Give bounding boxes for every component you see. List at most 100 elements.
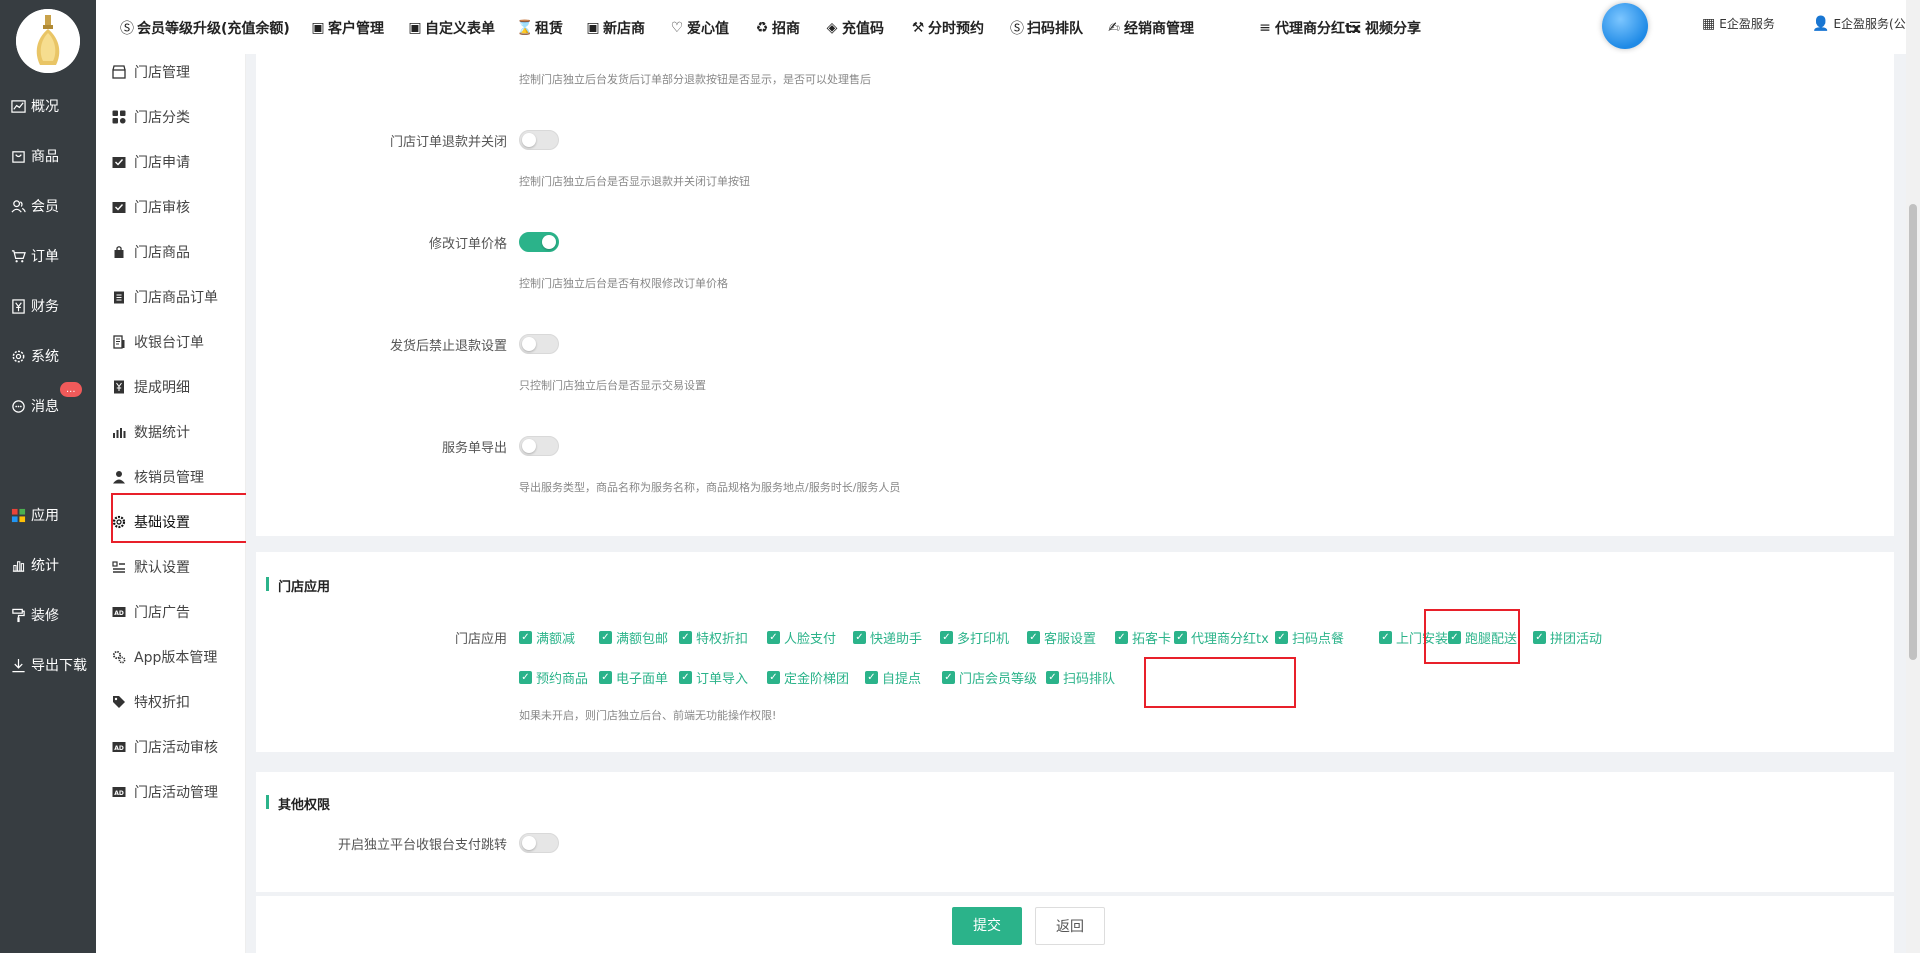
page-scrollbar[interactable] bbox=[1906, 0, 1920, 953]
skype-icon: Ⓢ bbox=[1010, 21, 1024, 37]
sub-item-app-version[interactable]: App版本管理 bbox=[112, 646, 217, 668]
app-checkbox-label: 人脸支付 bbox=[784, 632, 837, 647]
scrollbar-thumb[interactable] bbox=[1909, 204, 1917, 660]
top-item-agent-dividend[interactable]: ≡ 代理商分红tx bbox=[1258, 18, 1361, 38]
yen-note-icon bbox=[112, 380, 126, 394]
sub-item-store-goods[interactable]: 门店商品 bbox=[112, 241, 190, 263]
nav-item-overview[interactable]: 概况 bbox=[10, 95, 59, 117]
highlight-scan-order bbox=[1424, 609, 1520, 664]
sub-item-store-review[interactable]: 门店审核 bbox=[112, 196, 190, 218]
top-item-investment[interactable]: ♻ 招商 bbox=[755, 18, 800, 38]
nav-item-decoration[interactable]: 装修 bbox=[10, 604, 59, 626]
sub-item-store-goods-orders[interactable]: 门店商品订单 bbox=[112, 286, 218, 308]
top-item-customer-management[interactable]: ▣ 客户管理 bbox=[311, 18, 384, 38]
nav-item-apps[interactable]: 应用 bbox=[10, 504, 59, 526]
app-checkbox-label: 满额减 bbox=[536, 632, 576, 647]
apps-grid-icon bbox=[10, 507, 26, 523]
service-order-export-switch[interactable] bbox=[519, 436, 559, 456]
sub-item-data-statistics[interactable]: 数据统计 bbox=[112, 421, 190, 443]
nav-item-finance[interactable]: 财务 bbox=[10, 295, 59, 317]
no-refund-after-shipping-switch[interactable] bbox=[519, 334, 559, 354]
app-checkbox[interactable]: ✓ 预约商品 bbox=[519, 668, 588, 687]
nav-item-goods[interactable]: 商品 bbox=[10, 145, 59, 167]
chart-line-icon bbox=[10, 98, 26, 114]
app-checkbox[interactable]: ✓ 人脸支付 bbox=[767, 628, 836, 647]
back-button[interactable]: 返回 bbox=[1035, 907, 1105, 945]
app-checkbox[interactable]: ✓ 门店会员等级 bbox=[942, 668, 1037, 687]
app-checkbox-label: 电子面单 bbox=[616, 672, 669, 687]
app-checkbox[interactable]: ✓ 自提点 bbox=[865, 668, 921, 687]
nav-item-messages[interactable]: 消息 bbox=[10, 395, 59, 417]
svg-text:AD: AD bbox=[114, 790, 124, 797]
cashier-redirect-switch[interactable] bbox=[519, 833, 559, 853]
nav-item-statistics[interactable]: 统计 bbox=[10, 554, 59, 576]
app-checkbox-label: 扫码点餐 bbox=[1292, 632, 1345, 647]
inbox-check-icon bbox=[112, 200, 126, 214]
top-item-scan-queue[interactable]: Ⓢ 扫码排队 bbox=[1010, 18, 1083, 38]
sub-item-store-category[interactable]: 门店分类 bbox=[112, 106, 190, 128]
sub-item-store-apply[interactable]: 门店申请 bbox=[112, 151, 190, 173]
app-checkbox[interactable]: ✓ 扫码排队 bbox=[1046, 668, 1115, 687]
check-icon: ✓ bbox=[519, 671, 532, 684]
user-icon: 👤 bbox=[1812, 15, 1830, 32]
refund-close-switch[interactable] bbox=[519, 130, 559, 150]
app-checkbox[interactable]: ✓ 多打印机 bbox=[940, 628, 1009, 647]
modify-price-switch[interactable] bbox=[519, 232, 559, 252]
check-icon: ✓ bbox=[940, 631, 953, 644]
check-icon: ✓ bbox=[1046, 671, 1059, 684]
top-item-love-value[interactable]: ♡ 爱心值 bbox=[670, 18, 729, 38]
app-checkbox[interactable]: ✓ 订单导入 bbox=[679, 668, 748, 687]
top-item-user-account[interactable]: 👤E企盈服务(公众号管理员) bbox=[1812, 15, 1920, 32]
app-checkbox[interactable]: ✓ 满额减 bbox=[519, 628, 575, 647]
app-checkbox[interactable]: ✓ 满额包邮 bbox=[599, 628, 668, 647]
sub-item-verifier-management[interactable]: 核销员管理 bbox=[112, 466, 204, 488]
list-settings-icon bbox=[112, 560, 126, 574]
sub-item-activity-management[interactable]: AD 门店活动管理 bbox=[112, 781, 218, 803]
check-icon: ✓ bbox=[1275, 631, 1288, 644]
top-item-member-upgrade[interactable]: Ⓢ 会员等级升级(充值余额) bbox=[120, 18, 290, 38]
sub-item-default-settings[interactable]: 默认设置 bbox=[112, 556, 190, 578]
app-checkbox[interactable]: ✓ 拼团活动 bbox=[1533, 628, 1602, 647]
app-checkbox-label: 门店会员等级 bbox=[959, 672, 1038, 687]
window-icon: ▣ bbox=[586, 20, 600, 36]
logo[interactable] bbox=[16, 9, 80, 73]
app-checkbox[interactable]: ✓ 快递助手 bbox=[853, 628, 922, 647]
app-checkbox[interactable]: ✓ 代理商分红tx bbox=[1174, 628, 1269, 647]
nav-item-orders[interactable]: 订单 bbox=[10, 245, 59, 267]
nav-item-export[interactable]: 导出下载 bbox=[10, 654, 87, 676]
nav-item-system[interactable]: 系统 bbox=[10, 345, 59, 367]
ad-icon: AD bbox=[112, 605, 126, 619]
clipboard-icon bbox=[112, 290, 126, 304]
footer-actions: 提交 返回 bbox=[256, 896, 1894, 953]
top-item-recharge-code[interactable]: ◈ 充值码 bbox=[825, 18, 884, 38]
top-item-custom-form[interactable]: ▣ 自定义表单 bbox=[408, 18, 495, 38]
download-icon bbox=[10, 657, 26, 673]
top-item-video-share[interactable]: ☰ 视频分享 bbox=[1348, 18, 1421, 38]
app-checkbox[interactable]: ✓ 拓客卡 bbox=[1115, 628, 1171, 647]
app-checkbox[interactable]: ✓ 扫码点餐 bbox=[1275, 628, 1344, 647]
sub-item-store-management[interactable]: 门店管理 bbox=[112, 61, 190, 83]
sub-item-activity-review[interactable]: AD 门店活动审核 bbox=[112, 736, 218, 758]
avatar[interactable] bbox=[1602, 3, 1648, 49]
window-icon: ▣ bbox=[311, 20, 325, 36]
top-item-leasing[interactable]: ⌛ 租赁 bbox=[516, 18, 563, 38]
app-checkbox[interactable]: ✓ 电子面单 bbox=[599, 668, 668, 687]
sub-item-commission-details[interactable]: 提成明细 bbox=[112, 376, 190, 398]
nav-item-members[interactable]: 会员 bbox=[10, 195, 59, 217]
top-item-dealer-management[interactable]: ✍ 经销商管理 bbox=[1107, 18, 1194, 38]
top-item-new-merchant[interactable]: ▣ 新店商 bbox=[586, 18, 645, 38]
check-icon: ✓ bbox=[767, 631, 780, 644]
setting-label: 修改订单价格 bbox=[428, 237, 507, 252]
app-checkbox-label: 订单导入 bbox=[696, 672, 749, 687]
sub-item-cashier-orders[interactable]: 收银台订单 bbox=[112, 331, 204, 353]
sub-item-store-ads[interactable]: AD 门店广告 bbox=[112, 601, 190, 623]
sub-item-privilege-discount[interactable]: 特权折扣 bbox=[112, 691, 190, 713]
app-checkbox[interactable]: ✓ 定金阶梯团 bbox=[767, 668, 849, 687]
top-item-time-booking[interactable]: ⚒ 分时预约 bbox=[911, 18, 984, 38]
shopping-bag-icon bbox=[10, 148, 26, 164]
recycle-icon: ♻ bbox=[755, 20, 769, 36]
top-item-e-service[interactable]: ▦ E企盈服务 bbox=[1702, 15, 1775, 32]
submit-button[interactable]: 提交 bbox=[952, 907, 1022, 945]
app-checkbox[interactable]: ✓ 特权折扣 bbox=[679, 628, 748, 647]
app-checkbox[interactable]: ✓ 客服设置 bbox=[1027, 628, 1096, 647]
